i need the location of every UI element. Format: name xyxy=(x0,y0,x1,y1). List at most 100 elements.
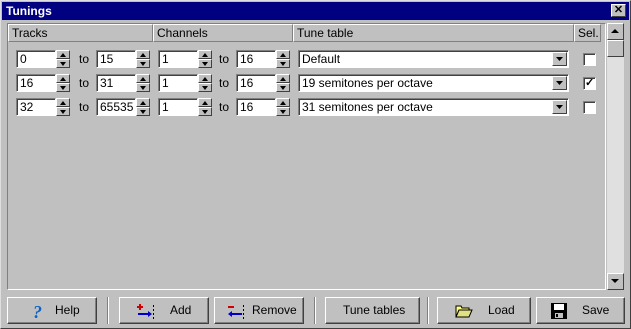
title-bar[interactable]: Tunings ✕ xyxy=(2,2,629,20)
track-from-spinner[interactable] xyxy=(56,98,70,116)
floppy-disk-icon xyxy=(551,303,567,319)
spin-down-button[interactable] xyxy=(198,83,212,92)
track-to-spinner[interactable] xyxy=(136,50,150,68)
add-row-icon xyxy=(137,304,154,319)
spin-down-icon xyxy=(202,110,208,114)
spin-up-icon xyxy=(280,53,286,57)
spin-down-button[interactable] xyxy=(56,107,70,116)
channel-from-spinner[interactable] xyxy=(198,50,212,68)
track-to-field[interactable]: 15 xyxy=(96,50,136,68)
to-label: to xyxy=(79,100,90,114)
tune-tables-button[interactable]: Tune tables xyxy=(325,297,420,324)
scroll-thumb[interactable] xyxy=(607,40,624,57)
save-button[interactable]: Save xyxy=(536,297,625,324)
dropdown-button[interactable] xyxy=(552,52,567,66)
toolbar-separator xyxy=(107,297,109,324)
channel-to-field[interactable]: 16 xyxy=(236,50,276,68)
channel-from-spinner[interactable] xyxy=(198,98,212,116)
add-button[interactable]: Add xyxy=(119,297,209,324)
sel-checkbox[interactable]: ✓ xyxy=(583,77,596,90)
spin-up-button[interactable] xyxy=(198,74,212,83)
spin-down-button[interactable] xyxy=(198,107,212,116)
svg-text:?: ? xyxy=(33,302,42,320)
spin-down-button[interactable] xyxy=(276,107,290,116)
sel-checkbox[interactable] xyxy=(583,53,596,66)
scroll-down-button[interactable] xyxy=(607,273,624,290)
spin-down-icon xyxy=(60,86,66,90)
spin-down-icon xyxy=(280,110,286,114)
tune-table-select[interactable]: 31 semitones per octave xyxy=(298,98,569,116)
spin-up-icon xyxy=(60,77,66,81)
channel-to-field[interactable]: 16 xyxy=(236,98,276,116)
channel-from-field[interactable]: 1 xyxy=(158,98,198,116)
sel-checkbox[interactable] xyxy=(583,101,596,114)
spin-down-button[interactable] xyxy=(56,83,70,92)
tunings-grid: Tracks Channels Tune table Sel. 0 to 15 1 to… xyxy=(7,23,606,290)
spin-down-button[interactable] xyxy=(276,83,290,92)
channel-from-field[interactable]: 1 xyxy=(158,50,198,68)
column-header-sel[interactable]: Sel. xyxy=(574,24,601,42)
track-from-spinner[interactable] xyxy=(56,74,70,92)
remove-button[interactable]: Remove xyxy=(214,297,304,324)
remove-row-icon xyxy=(228,305,244,319)
track-to-spinner[interactable] xyxy=(136,98,150,116)
spin-up-button[interactable] xyxy=(276,98,290,107)
window-title: Tunings xyxy=(6,4,52,18)
spin-down-icon xyxy=(60,62,66,66)
help-button[interactable]: ? Help xyxy=(7,297,97,324)
column-header-channels[interactable]: Channels xyxy=(153,24,293,42)
scroll-up-button[interactable] xyxy=(607,23,624,40)
to-label: to xyxy=(219,100,230,114)
track-to-spinner[interactable] xyxy=(136,74,150,92)
channel-to-field[interactable]: 16 xyxy=(236,74,276,92)
spin-up-button[interactable] xyxy=(56,74,70,83)
spin-up-button[interactable] xyxy=(136,50,150,59)
spin-up-button[interactable] xyxy=(276,74,290,83)
channel-to-spinner[interactable] xyxy=(276,50,290,68)
dropdown-button[interactable] xyxy=(552,100,567,114)
toolbar-separator xyxy=(314,297,316,324)
track-from-field[interactable]: 16 xyxy=(16,74,56,92)
track-from-field[interactable]: 32 xyxy=(16,98,56,116)
spin-up-button[interactable] xyxy=(56,50,70,59)
spin-up-button[interactable] xyxy=(56,98,70,107)
column-header-tracks[interactable]: Tracks xyxy=(8,24,153,42)
channel-from-spinner[interactable] xyxy=(198,74,212,92)
channel-to-spinner[interactable] xyxy=(276,74,290,92)
channel-to-spinner[interactable] xyxy=(276,98,290,116)
spin-down-button[interactable] xyxy=(136,83,150,92)
spin-down-icon xyxy=(60,110,66,114)
spin-up-button[interactable] xyxy=(136,74,150,83)
spin-down-button[interactable] xyxy=(136,59,150,68)
spin-down-icon xyxy=(280,86,286,90)
spin-up-button[interactable] xyxy=(198,98,212,107)
dropdown-button[interactable] xyxy=(552,76,567,90)
load-button-label: Load xyxy=(488,303,515,317)
vertical-scrollbar[interactable] xyxy=(607,23,624,290)
close-button[interactable]: ✕ xyxy=(611,4,626,17)
spin-down-button[interactable] xyxy=(56,59,70,68)
help-button-label: Help xyxy=(55,303,80,317)
tune-table-select[interactable]: Default xyxy=(298,50,569,68)
toolbar-separator xyxy=(427,297,429,324)
spin-up-icon xyxy=(202,77,208,81)
checkmark-icon: ✓ xyxy=(585,77,595,89)
track-to-field[interactable]: 31 xyxy=(96,74,136,92)
load-button[interactable]: Load xyxy=(437,297,531,324)
spin-down-button[interactable] xyxy=(198,59,212,68)
track-from-field[interactable]: 0 xyxy=(16,50,56,68)
add-button-label: Add xyxy=(170,303,192,317)
tune-table-select[interactable]: 19 semitones per octave xyxy=(298,74,569,92)
spin-up-button[interactable] xyxy=(276,50,290,59)
spin-up-button[interactable] xyxy=(198,50,212,59)
chevron-down-icon xyxy=(556,105,563,109)
column-header-tune-table[interactable]: Tune table xyxy=(293,24,574,42)
channel-from-field[interactable]: 1 xyxy=(158,74,198,92)
spin-up-button[interactable] xyxy=(136,98,150,107)
to-label: to xyxy=(79,52,90,66)
spin-down-button[interactable] xyxy=(276,59,290,68)
spin-down-button[interactable] xyxy=(136,107,150,116)
track-to-field[interactable]: 65535 xyxy=(96,98,136,116)
spin-down-icon xyxy=(140,86,146,90)
track-from-spinner[interactable] xyxy=(56,50,70,68)
